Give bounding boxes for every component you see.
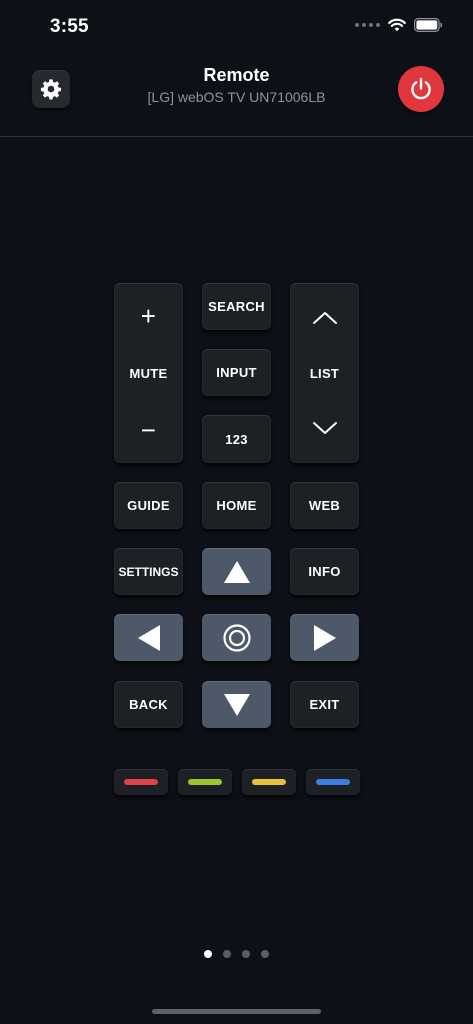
dpad-left-button[interactable] (114, 614, 183, 661)
color-key-red[interactable] (114, 769, 168, 795)
arrow-up-icon (223, 560, 250, 583)
ok-circle-icon (222, 623, 251, 652)
home-indicator (152, 1009, 321, 1014)
color-key-yellow-bar (252, 779, 286, 785)
page-dot[interactable] (242, 950, 250, 958)
list-button[interactable]: LIST (290, 353, 359, 393)
info-label: INFO (308, 564, 341, 579)
arrow-right-icon (313, 624, 336, 651)
arrow-down-icon (223, 693, 250, 716)
power-icon (411, 77, 431, 100)
guide-button[interactable]: GUIDE (114, 482, 183, 529)
page-dot[interactable] (261, 950, 269, 958)
tv-settings-label: SETTINGS (118, 564, 179, 579)
search-label: SEARCH (208, 299, 265, 314)
arrow-left-icon (137, 624, 160, 651)
status-time: 3:55 (50, 16, 89, 37)
color-key-yellow[interactable] (242, 769, 296, 795)
dpad-ok-button[interactable] (202, 614, 271, 661)
status-bar: 3:55 (0, 0, 473, 54)
home-label: HOME (216, 498, 257, 513)
home-button[interactable]: HOME (202, 482, 271, 529)
tv-settings-button[interactable]: SETTINGS (114, 548, 183, 595)
input-label: INPUT (216, 365, 257, 380)
channel-up-button[interactable] (290, 283, 359, 353)
exit-button[interactable]: EXIT (290, 681, 359, 728)
chevron-down-icon (312, 422, 337, 434)
power-button[interactable] (398, 66, 444, 112)
dpad-down-button[interactable] (202, 681, 271, 728)
page-dot[interactable] (204, 950, 212, 958)
dpad-right-button[interactable] (290, 614, 359, 661)
color-key-red-bar (124, 779, 158, 785)
color-key-green[interactable] (178, 769, 232, 795)
chevron-up-icon (312, 312, 337, 324)
input-button[interactable]: INPUT (202, 349, 271, 396)
volume-up-button[interactable]: + (114, 283, 183, 349)
battery-icon (414, 18, 443, 32)
page-indicator[interactable] (0, 950, 473, 958)
page-dot[interactable] (223, 950, 231, 958)
channel-rocker: LIST (290, 283, 359, 463)
wifi-icon (388, 18, 406, 32)
volume-down-button[interactable]: − (114, 397, 183, 463)
search-button[interactable]: SEARCH (202, 283, 271, 330)
mute-label: MUTE (129, 365, 168, 381)
back-button[interactable]: BACK (114, 681, 183, 728)
mute-button[interactable]: MUTE (114, 349, 183, 397)
numbers-button[interactable]: 123 (202, 415, 271, 463)
color-key-blue-bar (316, 779, 350, 785)
color-key-blue[interactable] (306, 769, 360, 795)
exit-label: EXIT (309, 697, 340, 712)
status-icons (355, 18, 443, 32)
info-button[interactable]: INFO (290, 548, 359, 595)
numbers-label: 123 (225, 431, 248, 447)
volume-up-label: + (140, 300, 157, 331)
guide-label: GUIDE (127, 498, 170, 513)
channel-down-button[interactable] (290, 393, 359, 463)
app-header: Remote [LG] webOS TV UN71006LB (0, 54, 473, 137)
dpad-up-button[interactable] (202, 548, 271, 595)
back-label: BACK (129, 697, 168, 712)
volume-down-label: − (140, 414, 157, 445)
list-label: LIST (309, 365, 340, 381)
web-button[interactable]: WEB (290, 482, 359, 529)
color-key-green-bar (188, 779, 222, 785)
volume-rocker: + MUTE − (114, 283, 183, 463)
cellular-signal-icon (355, 23, 380, 27)
web-label: WEB (308, 498, 341, 513)
